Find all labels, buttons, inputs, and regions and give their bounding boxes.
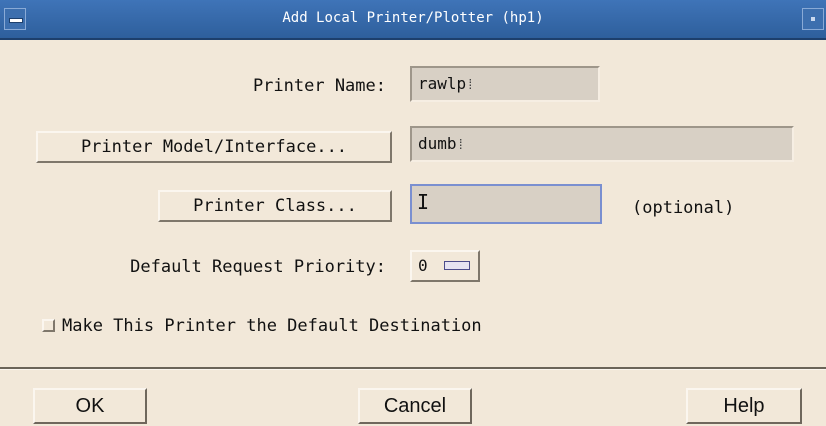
window-maximize-button[interactable] xyxy=(802,8,824,30)
ok-button[interactable]: OK xyxy=(33,388,147,424)
printer-model-value: dumb xyxy=(418,134,457,153)
printer-class-button[interactable]: Printer Class... xyxy=(158,190,392,222)
printer-name-label: Printer Name: xyxy=(252,76,386,96)
default-priority-option-menu[interactable]: 0 xyxy=(410,250,480,282)
text-cursor-icon: ⁞ xyxy=(466,77,475,93)
default-destination-label[interactable]: Make This Printer the Default Destinatio… xyxy=(62,316,482,336)
help-button[interactable]: Help xyxy=(686,388,802,424)
window-titlebar: Add Local Printer/Plotter (hp1) xyxy=(0,0,826,40)
option-menu-indicator-icon xyxy=(444,261,470,270)
printer-name-field[interactable]: rawlp⁞ xyxy=(410,66,600,102)
default-priority-label: Default Request Priority: xyxy=(130,257,386,277)
text-cursor-icon: ⁞ xyxy=(456,137,465,153)
printer-model-field[interactable]: dumb⁞ xyxy=(410,126,794,162)
printer-class-field[interactable]: I xyxy=(410,184,602,224)
printer-name-value: rawlp xyxy=(418,74,467,93)
printer-class-optional-note: (optional) xyxy=(632,198,735,218)
window-title: Add Local Printer/Plotter (hp1) xyxy=(282,10,544,26)
ibeam-cursor-icon: I xyxy=(417,190,430,214)
printer-model-button[interactable]: Printer Model/Interface... xyxy=(36,131,392,163)
dialog-separator xyxy=(0,367,826,370)
cancel-button[interactable]: Cancel xyxy=(358,388,472,424)
default-priority-value: 0 xyxy=(418,256,428,275)
default-destination-checkbox[interactable] xyxy=(42,319,55,332)
